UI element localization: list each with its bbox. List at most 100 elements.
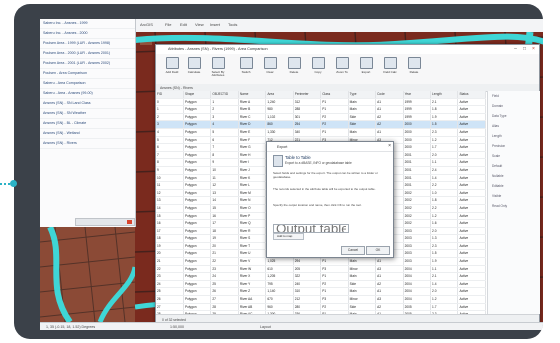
table-cell[interactable]: 2005 xyxy=(403,303,432,312)
table-cell[interactable]: River AA xyxy=(238,295,267,304)
table-cell[interactable]: Polygon xyxy=(183,166,212,175)
table-cell[interactable]: 2002 xyxy=(403,219,432,228)
table-cell[interactable]: 21 xyxy=(156,257,184,266)
fields-pane-item[interactable]: Precision xyxy=(488,141,540,151)
menu-edit[interactable]: Edit xyxy=(180,22,187,27)
table-cell[interactable]: River W xyxy=(238,265,267,274)
table-cell[interactable]: Polygon xyxy=(183,234,212,243)
table-cell[interactable]: 17 xyxy=(156,227,184,236)
table-cell[interactable]: 3 xyxy=(156,120,184,129)
table-cell[interactable]: 24 xyxy=(210,272,239,281)
table-cell[interactable]: Active xyxy=(457,265,486,274)
table-cell[interactable]: River C xyxy=(238,113,267,122)
table-cell[interactable]: 1.6 xyxy=(430,219,459,228)
table-cell[interactable]: 1.9 xyxy=(430,113,459,122)
table-cell[interactable]: 5 xyxy=(156,136,184,145)
table-cell[interactable]: P1 xyxy=(320,287,349,297)
table-cell[interactable]: Polygon xyxy=(183,204,212,213)
table-cell[interactable]: River D xyxy=(238,120,267,129)
table-cell[interactable]: Polygon xyxy=(183,219,212,228)
layers-toolbar[interactable] xyxy=(75,218,135,226)
cancel-button[interactable]: Cancel xyxy=(341,246,365,255)
table-cell[interactable]: River S xyxy=(238,234,267,243)
table-cell[interactable]: Side xyxy=(348,280,377,289)
table-cell[interactable]: 12 xyxy=(156,189,184,198)
table-cell[interactable]: 0 xyxy=(156,98,184,107)
table-cell[interactable]: 10 xyxy=(156,174,184,183)
table-cell[interactable]: 14 xyxy=(210,196,239,205)
table-cell[interactable]: 23 xyxy=(156,272,184,281)
table-cell[interactable]: 21 xyxy=(210,249,239,259)
layer-item[interactable]: Poulsen Area - 2000 (LUR - Ansnes 2001) xyxy=(40,49,135,59)
table-cell[interactable]: 8 xyxy=(156,158,184,167)
table-cell[interactable]: River T xyxy=(238,242,267,251)
table-cell[interactable]: 310 xyxy=(293,287,322,297)
table-cell[interactable]: 1.2 xyxy=(430,136,459,145)
table-cell[interactable]: P1 xyxy=(320,98,349,107)
table-cell[interactable]: 26 xyxy=(210,287,239,297)
table-cell[interactable]: 22 xyxy=(156,265,184,274)
table-cell[interactable]: 1.5 xyxy=(430,120,459,129)
table-cell[interactable]: Active xyxy=(457,189,486,198)
ribbon-button-relate[interactable]: Relate xyxy=(404,57,424,83)
table-cell[interactable]: A1 xyxy=(375,272,404,281)
table-cell[interactable]: River J xyxy=(238,166,267,175)
table-cell[interactable]: 1,025 xyxy=(265,257,294,266)
table-cell[interactable]: Minor xyxy=(348,265,377,274)
table-cell[interactable]: 240 xyxy=(293,280,322,289)
table-cell[interactable]: 1999 xyxy=(403,98,432,107)
table-cell[interactable]: 2004 xyxy=(403,280,432,289)
layer-item[interactable]: Saberu Inc. - Ansnes - 2000 xyxy=(40,29,135,39)
table-cell[interactable]: 1.8 xyxy=(430,196,459,205)
table-cell[interactable]: River M xyxy=(238,189,267,198)
table-cell[interactable]: 1.2 xyxy=(430,295,459,304)
table-cell[interactable]: Polygon xyxy=(183,98,212,107)
table-cell[interactable]: River R xyxy=(238,227,267,236)
table-cell[interactable]: 6 xyxy=(156,143,184,152)
table-cell[interactable]: 9 xyxy=(156,166,184,175)
table-cell[interactable]: Active xyxy=(457,136,486,145)
table-cell[interactable]: P1 xyxy=(320,128,349,137)
table-cell[interactable]: 860 xyxy=(265,120,294,129)
layer-item[interactable]: Ansnes (SN) - SN Land Class xyxy=(40,99,135,109)
table-cell[interactable]: P1 xyxy=(320,257,349,266)
table-cell[interactable]: 2002 xyxy=(403,189,432,198)
table-cell[interactable]: Active xyxy=(457,113,486,122)
table-cell[interactable]: 1999 xyxy=(403,113,432,122)
table-cell[interactable]: 6 xyxy=(210,136,239,145)
table-cell[interactable]: Polygon xyxy=(183,181,212,190)
table-cell[interactable]: 1.8 xyxy=(430,105,459,114)
table-cell[interactable]: 2002 xyxy=(403,212,432,221)
table-cell[interactable]: 2003 xyxy=(403,227,432,236)
column-header[interactable]: Year xyxy=(403,91,432,99)
table-cell[interactable]: A1 xyxy=(375,257,404,266)
menu-tools[interactable]: Tools xyxy=(228,22,237,27)
table-cell[interactable]: Main xyxy=(348,287,377,297)
table-cell[interactable]: 3 xyxy=(210,113,239,122)
table-cell[interactable]: 16 xyxy=(156,219,184,228)
table-cell[interactable]: 960 xyxy=(265,303,294,312)
table-cell[interactable]: Active xyxy=(457,280,486,289)
table-cell[interactable]: Active xyxy=(457,257,486,266)
table-cell[interactable]: 2001 xyxy=(403,181,432,190)
table-cell[interactable]: 1.3 xyxy=(430,234,459,243)
fields-pane-item[interactable]: Editable xyxy=(488,181,540,191)
table-cell[interactable]: 18 xyxy=(210,227,239,236)
table-cell[interactable]: 26 xyxy=(156,295,184,304)
fields-pane-item[interactable]: Default xyxy=(488,161,540,171)
table-cell[interactable]: 254 xyxy=(293,120,322,129)
table-cell[interactable]: 8 xyxy=(210,151,239,160)
table-row[interactable]: 21 Polygon 22 River V 1,025 294 P1 Main A1 2003 1.… xyxy=(156,257,486,266)
table-cell[interactable]: 2003 xyxy=(403,234,432,243)
table-row[interactable]: 1 Polygon 2 River B 980 288 P1 Main A1 1999 1.8 Act… xyxy=(156,105,486,114)
table-cell[interactable]: 2001 xyxy=(403,151,432,160)
fields-pane-item[interactable]: Domain xyxy=(488,101,540,111)
table-cell[interactable]: 2003 xyxy=(403,257,432,266)
table-cell[interactable]: Side xyxy=(348,120,377,129)
table-cell[interactable]: Polygon xyxy=(183,174,212,183)
fields-pane-item[interactable]: Visible xyxy=(488,191,540,201)
table-cell[interactable]: Polygon xyxy=(183,265,212,274)
layer-item[interactable]: Ansnes (SN) - Rivers xyxy=(40,139,135,149)
table-cell[interactable]: River L xyxy=(238,181,267,190)
table-cell[interactable]: 27 xyxy=(156,303,184,312)
